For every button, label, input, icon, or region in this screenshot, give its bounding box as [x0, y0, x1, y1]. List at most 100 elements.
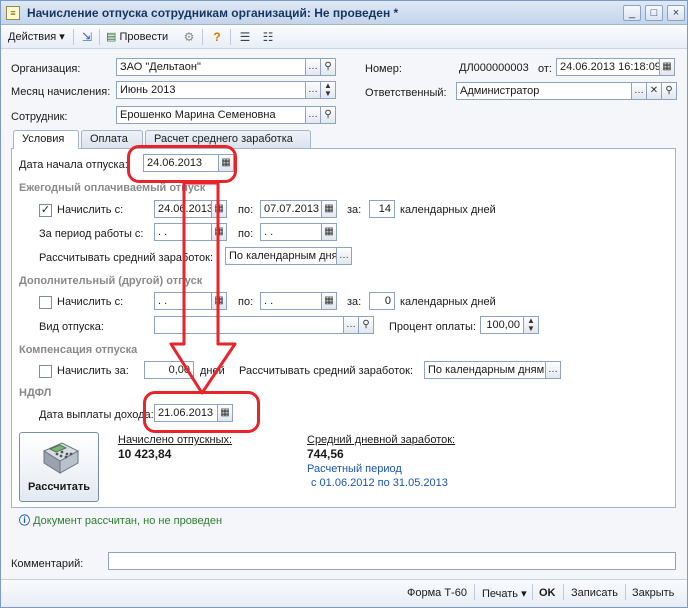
- extra-accrue-label: Начислить с:: [57, 296, 124, 308]
- comp-avg-field[interactable]: По календарным дням: [424, 361, 546, 379]
- ok-button[interactable]: OK: [539, 587, 556, 599]
- from-label: от:: [538, 63, 552, 75]
- bottom-separator: [563, 584, 564, 600]
- month-spinner-icon[interactable]: ▲ ▼: [320, 81, 336, 99]
- print-label: Печать: [482, 588, 519, 600]
- org-select-button[interactable]: …: [305, 58, 321, 76]
- toolbar-separator: [73, 29, 74, 45]
- leave-type-search-icon[interactable]: ⚲: [358, 316, 374, 334]
- actions-label: Действия: [8, 31, 57, 43]
- toolbar-separator: [230, 29, 231, 45]
- month-select-button[interactable]: …: [305, 81, 321, 99]
- annual-days-label: календарных дней: [400, 204, 496, 216]
- post-icon: ▤: [106, 31, 117, 43]
- org-label: Организация:: [11, 63, 81, 75]
- calc-period-link[interactable]: Расчетный период: [307, 462, 402, 476]
- actions-menu[interactable]: Действия ▾: [5, 28, 68, 46]
- comp-avg-select-button[interactable]: …: [545, 361, 561, 379]
- pay-percent-label: Процент оплаты:: [389, 321, 476, 333]
- extra-days-field[interactable]: 0: [369, 292, 395, 310]
- annual-to-calendar-icon[interactable]: ▦: [321, 200, 337, 218]
- maximize-button[interactable]: □: [645, 5, 663, 21]
- pay-date-label: Дата выплаты дохода:: [39, 409, 154, 421]
- employee-field[interactable]: Ерошенко Марина Семеновна: [116, 106, 306, 124]
- post-button[interactable]: ▤ Провести: [103, 28, 171, 46]
- comment-field[interactable]: [108, 552, 676, 570]
- org-search-icon[interactable]: ⚲: [320, 58, 336, 76]
- work-to-field[interactable]: . .: [260, 223, 322, 241]
- minimize-button[interactable]: _: [623, 5, 641, 21]
- comment-label: Комментарий:: [11, 558, 84, 570]
- extra-days-label: календарных дней: [400, 296, 496, 308]
- comp-accrue-checkbox[interactable]: [39, 365, 52, 378]
- close-document-button[interactable]: Закрыть: [632, 587, 674, 599]
- employee-select-button[interactable]: …: [305, 106, 321, 124]
- calculate-button[interactable]: Рассчитать: [19, 432, 99, 502]
- employee-search-icon[interactable]: ⚲: [320, 106, 336, 124]
- window-title: Начисление отпуска сотрудникам организац…: [27, 6, 399, 20]
- work-to-label: по:: [238, 228, 254, 240]
- accrued-label: Начислено отпускных:: [118, 434, 233, 446]
- dropdown-arrow-icon: ▾: [521, 588, 527, 600]
- post-label: Провести: [119, 31, 169, 43]
- start-date-label: Дата начала отпуска:: [19, 159, 128, 171]
- leave-type-select-button[interactable]: …: [343, 316, 359, 334]
- list-icon[interactable]: ☰: [236, 28, 254, 46]
- responsible-search-icon[interactable]: ⚲: [661, 82, 677, 100]
- close-button[interactable]: ×: [667, 5, 685, 21]
- tab-conditions[interactable]: Условия: [13, 130, 79, 149]
- pay-percent-spinner-icon[interactable]: ▲ ▼: [523, 316, 539, 334]
- print-menu[interactable]: Печать ▾: [482, 587, 527, 600]
- avg-daily-value: 744,56: [307, 447, 344, 461]
- extra-for-label: за:: [347, 296, 362, 308]
- title-bar: ≡ Начисление отпуска сотрудникам организ…: [1, 1, 687, 25]
- annual-days-field[interactable]: 14: [369, 200, 395, 218]
- dropdown-arrow-icon: ▾: [59, 31, 65, 43]
- comp-avg-label: Рассчитывать средний заработок:: [239, 365, 414, 377]
- document-icon: ≡: [6, 6, 20, 20]
- avg-earnings-select-button[interactable]: …: [336, 247, 352, 265]
- compensation-section: Компенсация отпуска: [19, 344, 138, 356]
- extra-to-calendar-icon[interactable]: ▦: [321, 292, 337, 310]
- save-button[interactable]: Записать: [571, 587, 618, 599]
- bottom-separator: [474, 584, 475, 600]
- toolbar-separator: [202, 29, 203, 45]
- annual-accrue-checkbox[interactable]: ✓: [39, 204, 52, 217]
- extra-to-field[interactable]: . .: [260, 292, 322, 310]
- org-field[interactable]: ЗАО "Дельтаон": [116, 58, 306, 76]
- help-icon[interactable]: ?: [208, 28, 226, 46]
- tree-list-icon[interactable]: ☷: [259, 28, 277, 46]
- clear-icon[interactable]: ✕: [646, 82, 662, 100]
- bottom-bar: Форма Т-60 Печать ▾ OK Записать Закрыть: [1, 579, 687, 607]
- info-icon: ⓘ: [19, 515, 30, 527]
- month-field[interactable]: Июнь 2013: [116, 81, 306, 99]
- annual-to-field[interactable]: 07.07.2013: [260, 200, 322, 218]
- post-and-close-icon[interactable]: ⇲: [78, 28, 96, 46]
- ndfl-section: НДФЛ: [19, 387, 52, 399]
- extra-to-label: по:: [238, 296, 254, 308]
- calculate-label: Рассчитать: [27, 481, 91, 493]
- number-label: Номер:: [365, 63, 402, 75]
- annual-for-label: за:: [347, 204, 362, 216]
- date-field[interactable]: 24.06.2013 16:18:09: [556, 58, 660, 76]
- bottom-separator: [625, 584, 626, 600]
- responsible-field[interactable]: Администратор: [456, 82, 632, 100]
- annotation-arrow: [169, 181, 237, 395]
- leave-type-label: Вид отпуска:: [39, 321, 104, 333]
- avg-earnings-field[interactable]: По календарным дням: [225, 247, 337, 265]
- date-calendar-icon[interactable]: ▦: [659, 58, 675, 76]
- work-to-calendar-icon[interactable]: ▦: [321, 223, 337, 241]
- comp-accrue-label: Начислить за:: [57, 365, 129, 377]
- calc-period-value[interactable]: с 01.06.2012 по 31.05.2013: [311, 476, 448, 490]
- employee-label: Сотрудник:: [11, 111, 68, 123]
- pay-percent-field[interactable]: 100,00: [480, 316, 524, 334]
- extra-accrue-checkbox[interactable]: [39, 296, 52, 309]
- calculator-icon: [42, 442, 80, 474]
- status-text: Документ рассчитан, но не проведен: [33, 515, 223, 527]
- toolbar: Действия ▾ ⇲ ▤ Провести ⚙ ? ☰ ☷: [1, 25, 687, 49]
- month-label: Месяц начисления:: [11, 86, 111, 98]
- number-value: ДЛ000000003: [459, 62, 529, 74]
- form-t60-button[interactable]: Форма Т-60: [407, 587, 467, 599]
- structure-icon[interactable]: ⚙: [180, 28, 198, 46]
- responsible-select-button[interactable]: …: [631, 82, 647, 100]
